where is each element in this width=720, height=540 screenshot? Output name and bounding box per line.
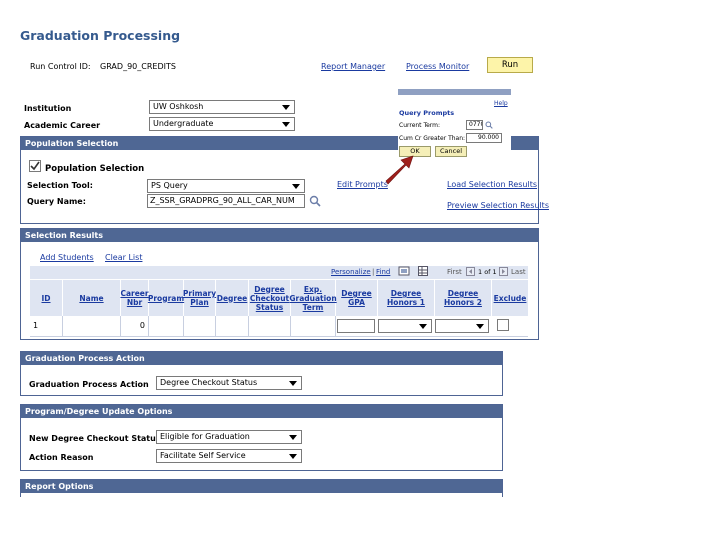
page-info: 1 of 1 — [478, 268, 497, 276]
row-exp-graduation-term — [291, 316, 336, 336]
current-term-input[interactable]: 0770 — [466, 120, 483, 130]
add-students-link[interactable]: Add Students — [40, 253, 94, 262]
run-control-value: GRAD_90_CREDITS — [100, 62, 176, 71]
selection-tool-select[interactable]: PS Query — [147, 179, 305, 193]
col-exp-graduation-term[interactable]: Exp. Graduation Term — [289, 280, 337, 316]
action-reason-value: Facilitate Self Service — [160, 451, 246, 460]
download-icon[interactable] — [418, 266, 428, 276]
graduation-process-action-header: Graduation Process Action — [21, 352, 502, 365]
run-control-label: Run Control ID: — [30, 62, 91, 71]
chevron-down-icon — [289, 454, 297, 459]
selection-results-header: Selection Results — [21, 229, 538, 242]
row-id: 1 — [30, 316, 63, 336]
query-prompts-title: Query Prompts — [399, 109, 455, 117]
help-link[interactable]: Help — [494, 100, 508, 107]
col-name[interactable]: Name — [63, 280, 121, 316]
chevron-down-icon — [419, 324, 427, 329]
action-reason-select[interactable]: Facilitate Self Service — [156, 449, 302, 463]
institution-select[interactable]: UW Oshkosh — [149, 100, 295, 114]
row-primary-plan — [184, 316, 216, 336]
chevron-down-icon — [282, 105, 290, 110]
next-icon[interactable] — [499, 267, 508, 276]
selection-tool-label: Selection Tool: — [27, 181, 93, 190]
new-degree-checkout-status-value: Eligible for Graduation — [160, 432, 250, 441]
current-term-label: Current Term: — [399, 122, 441, 129]
col-degree[interactable]: Degree — [216, 280, 249, 316]
red-arrow-icon — [385, 155, 414, 185]
col-degree-honors-1[interactable]: Degree Honors 1 — [378, 280, 435, 316]
checkmark-icon — [30, 161, 40, 171]
exclude-checkbox[interactable] — [497, 319, 509, 331]
toolbar-separator: | — [372, 268, 375, 276]
cancel-button[interactable]: Cancel — [435, 146, 467, 157]
selection-tool-value: PS Query — [151, 181, 188, 190]
academic-career-label: Academic Career — [24, 121, 101, 130]
chevron-down-icon — [289, 381, 297, 386]
first-label[interactable]: First — [447, 268, 462, 276]
program-degree-update-header: Program/Degree Update Options — [21, 405, 502, 418]
row-degree — [216, 316, 249, 336]
last-label[interactable]: Last — [511, 268, 526, 276]
new-degree-checkout-status-select[interactable]: Eligible for Graduation — [156, 430, 302, 444]
popup-titlebar — [398, 89, 511, 95]
graduation-process-action-value: Degree Checkout Status — [160, 378, 258, 387]
row-name — [63, 316, 121, 336]
cum-credits-label: Cum Cr Greater Than: — [399, 135, 466, 142]
academic-career-value: Undergraduate — [153, 119, 214, 128]
population-selection-checkbox[interactable] — [29, 160, 41, 172]
query-prompts-popup: Help Query Prompts Current Term: 0770 Cu… — [398, 89, 511, 159]
col-degree-checkout-status[interactable]: Degree Checkout Status — [249, 280, 291, 316]
new-degree-checkout-status-label: New Degree Checkout Status — [29, 434, 161, 443]
report-manager-link[interactable]: Report Manager — [321, 62, 385, 71]
row-career-nbr: 0 — [121, 316, 149, 336]
col-degree-gpa[interactable]: Degree GPA — [336, 280, 378, 316]
col-program[interactable]: Program — [148, 280, 184, 316]
chevron-down-icon — [282, 122, 290, 127]
academic-career-select[interactable]: Undergraduate — [149, 117, 295, 131]
chevron-down-icon — [292, 184, 300, 189]
view-all-icon[interactable] — [398, 266, 410, 276]
query-name-input[interactable]: Z_SSR_GRADPRG_90_ALL_CAR_NUM — [147, 194, 305, 208]
clear-list-link[interactable]: Clear List — [105, 253, 142, 262]
chevron-down-icon — [476, 324, 484, 329]
run-button[interactable]: Run — [487, 57, 533, 73]
chevron-down-icon — [289, 435, 297, 440]
degree-honors-2-select[interactable] — [435, 319, 489, 333]
find-link[interactable]: Find — [376, 268, 390, 276]
process-monitor-link[interactable]: Process Monitor — [406, 62, 469, 71]
previous-icon[interactable] — [466, 267, 475, 276]
graduation-process-action-label: Graduation Process Action — [29, 380, 149, 389]
degree-gpa-input[interactable] — [337, 319, 375, 333]
col-id[interactable]: ID — [30, 280, 63, 316]
report-options-header: Report Options — [21, 480, 502, 493]
action-reason-label: Action Reason — [29, 453, 94, 462]
institution-value: UW Oshkosh — [153, 102, 204, 111]
col-exclude[interactable]: Exclude — [492, 280, 528, 316]
report-options-section: Report Options — [20, 479, 503, 497]
search-icon[interactable] — [309, 195, 321, 207]
graduation-process-action-select[interactable]: Degree Checkout Status — [156, 376, 302, 390]
cum-credits-input[interactable]: 90.000 — [466, 133, 502, 143]
grid-header: ID Name Career Nbr Program Primary Plan … — [30, 280, 528, 316]
degree-honors-1-select[interactable] — [378, 319, 432, 333]
col-degree-honors-2[interactable]: Degree Honors 2 — [435, 280, 492, 316]
population-selection-checkbox-label: Population Selection — [45, 164, 145, 174]
row-program — [149, 316, 184, 336]
personalize-link[interactable]: Personalize — [331, 268, 371, 276]
edit-prompts-link[interactable]: Edit Prompts — [337, 180, 388, 189]
col-career-nbr[interactable]: Career Nbr — [120, 280, 149, 316]
query-name-label: Query Name: — [27, 197, 86, 206]
row-degree-checkout-status — [249, 316, 291, 336]
page-title: Graduation Processing — [20, 28, 181, 43]
col-primary-plan[interactable]: Primary Plan — [183, 280, 216, 316]
search-icon[interactable] — [485, 121, 493, 129]
preview-selection-results-link[interactable]: Preview Selection Results — [447, 201, 549, 210]
institution-label: Institution — [24, 104, 72, 113]
load-selection-results-link[interactable]: Load Selection Results — [447, 180, 537, 189]
